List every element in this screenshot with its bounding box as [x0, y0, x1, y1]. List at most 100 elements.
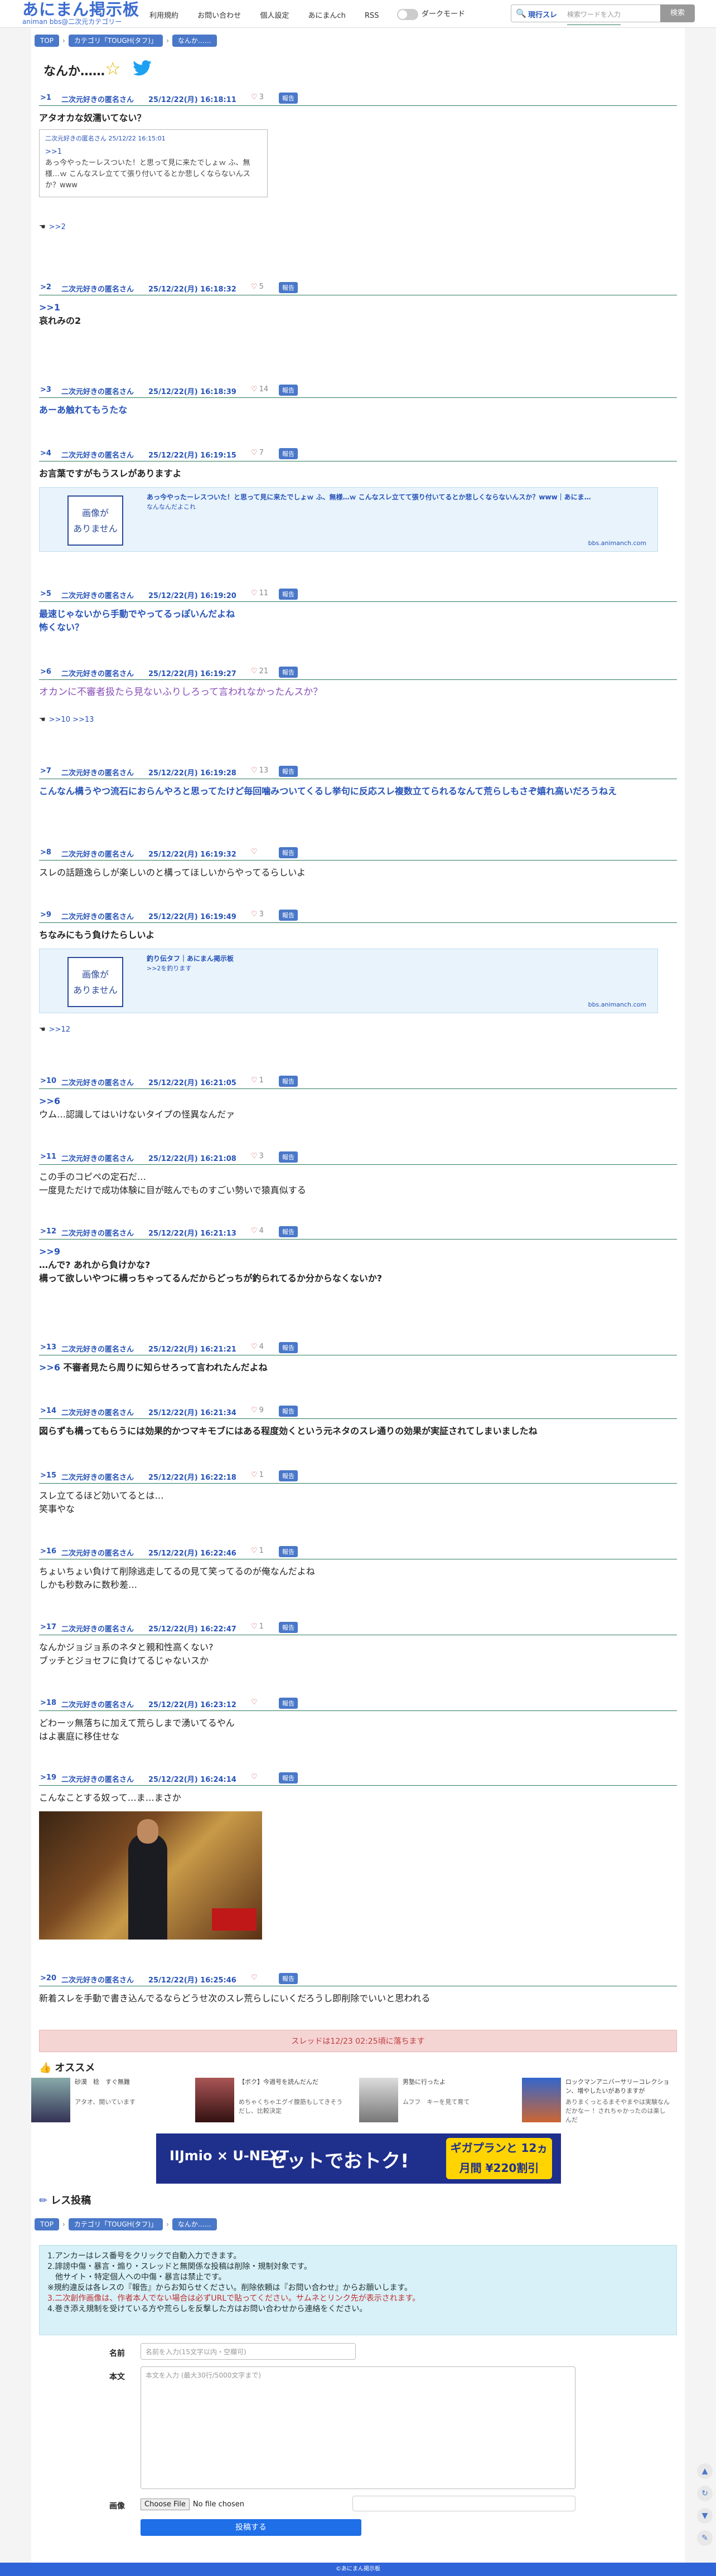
search-button[interactable]: 検索	[660, 4, 695, 22]
recommend-item[interactable]: 男塾に行ったよ ムフフ キーを見て育て	[359, 2078, 510, 2122]
report-button[interactable]: 報告	[279, 448, 298, 459]
post-number[interactable]: >17	[40, 1623, 56, 1631]
report-button[interactable]: 報告	[279, 1622, 298, 1633]
toggle-switch[interactable]	[397, 8, 418, 20]
post-number[interactable]: >14	[40, 1407, 56, 1415]
link-preview-card[interactable]: 画像が ありません あっ今やったーレスついた！と思って見に来たでしょｗ ふ、無様…	[39, 487, 658, 552]
post-number[interactable]: >18	[40, 1699, 56, 1707]
like-button[interactable]: ♡ 1	[251, 1547, 264, 1555]
like-button[interactable]: ♡ 13	[251, 766, 268, 775]
submit-button[interactable]: 投稿する	[141, 2519, 361, 2536]
report-button[interactable]: 報告	[279, 385, 298, 396]
like-button[interactable]: ♡ 7	[251, 449, 264, 457]
like-button[interactable]: ♡ 3	[251, 93, 264, 101]
like-button[interactable]: ♡ 1	[251, 1622, 264, 1631]
reply-link[interactable]: >>12	[49, 1025, 70, 1034]
like-button[interactable]: ♡ 11	[251, 589, 268, 597]
body-textarea[interactable]: 本文を入力 (最大30行/5000文字まで)	[141, 2366, 575, 2489]
reply-link[interactable]: >>2	[49, 223, 66, 231]
report-button[interactable]: 報告	[279, 93, 298, 104]
choose-file-button[interactable]: Choose File	[141, 2499, 190, 2510]
post-number[interactable]: >15	[40, 1471, 56, 1480]
quote-anchor[interactable]: >>1	[45, 147, 262, 158]
post-number[interactable]: >12	[40, 1227, 56, 1236]
breadcrumb-category[interactable]: カテゴリ「TOUGH(タフ)」	[68, 2218, 163, 2230]
recommend-item[interactable]: ロックマンアニバーサリーコレクション、増やしたいがありますが ありまくっとるまそ…	[522, 2078, 673, 2123]
image-file-input[interactable]: Choose File No file chosen	[141, 2499, 244, 2510]
like-button[interactable]: ♡ 3	[251, 1152, 264, 1160]
breadcrumb-top[interactable]: TOP	[35, 2218, 60, 2230]
like-button[interactable]: ♡	[251, 848, 259, 856]
post-number[interactable]: >10	[40, 1077, 56, 1085]
report-button[interactable]: 報告	[279, 1342, 298, 1353]
post-number[interactable]: >9	[40, 911, 51, 919]
post-number[interactable]: >7	[40, 767, 51, 775]
like-button[interactable]: ♡	[251, 1698, 259, 1707]
report-button[interactable]: 報告	[279, 910, 298, 921]
name-input[interactable]: 名前を入力(15文字以内・空欄可)	[141, 2343, 356, 2360]
report-button[interactable]: 報告	[279, 766, 298, 777]
compose-icon[interactable]: ✎	[697, 2530, 713, 2546]
favorite-star-icon[interactable]: ☆	[105, 58, 121, 79]
post-number[interactable]: >1	[40, 94, 51, 102]
link-preview-card[interactable]: 画像が ありません 釣り伝タフ｜あにまん掲示板 >>2を釣ります bbs.ani…	[39, 949, 658, 1013]
like-button[interactable]: ♡ 4	[251, 1227, 264, 1235]
post-image[interactable]	[39, 1811, 262, 1940]
like-button[interactable]: ♡	[251, 1974, 259, 1982]
report-button[interactable]: 報告	[279, 1406, 298, 1417]
twitter-share-icon[interactable]	[133, 60, 152, 76]
recommend-item[interactable]: 【ボク】今週号を読んだんだ めちゃくちゃエグイ腹筋もしてきそうだし、比較決定	[195, 2078, 346, 2122]
search-input[interactable]: 検索ワードを入力	[567, 9, 621, 25]
report-button[interactable]: 報告	[279, 667, 298, 678]
breadcrumb-thread[interactable]: なんか……	[172, 2218, 217, 2230]
dark-mode-toggle[interactable]: ダークモード	[397, 8, 465, 20]
post-number[interactable]: >4	[40, 449, 51, 458]
report-button[interactable]: 報告	[279, 589, 298, 600]
post-number[interactable]: >20	[40, 1974, 56, 1982]
post-anchor[interactable]: >>6	[39, 1362, 60, 1373]
post-anchor[interactable]: >>9	[39, 1245, 677, 1258]
scroll-top-icon[interactable]: ▲	[697, 2463, 713, 2479]
reload-icon[interactable]: ↻	[697, 2486, 713, 2501]
post-number[interactable]: >19	[40, 1773, 56, 1782]
like-button[interactable]: ♡ 3	[251, 910, 264, 918]
image-url-input[interactable]	[352, 2496, 575, 2511]
site-logo[interactable]: あにまん掲示板 animan bbs@二次元カテゴリー	[22, 1, 139, 26]
report-button[interactable]: 報告	[279, 1546, 298, 1557]
nav-contact[interactable]: お問い合わせ	[197, 12, 241, 20]
breadcrumb-top[interactable]: TOP	[35, 35, 60, 47]
ad-banner[interactable]: IIJmio × U-NEXT セットでおトク! ギガプランと 12ヵ月間 ¥2…	[156, 2133, 561, 2184]
post-number[interactable]: >3	[40, 386, 51, 394]
breadcrumb-category[interactable]: カテゴリ「TOUGH(タフ)」	[68, 35, 163, 47]
report-button[interactable]: 報告	[279, 1470, 298, 1481]
report-button[interactable]: 報告	[279, 1226, 298, 1237]
post-anchor[interactable]: >>1	[39, 301, 677, 314]
like-button[interactable]: ♡ 14	[251, 385, 268, 393]
report-button[interactable]: 報告	[279, 847, 298, 858]
like-button[interactable]: ♡ 4	[251, 1343, 264, 1351]
post-number[interactable]: >2	[40, 283, 51, 291]
like-button[interactable]: ♡ 21	[251, 667, 268, 675]
post-number[interactable]: >13	[40, 1343, 56, 1352]
report-button[interactable]: 報告	[279, 1151, 298, 1163]
nav-terms[interactable]: 利用規約	[149, 12, 178, 20]
post-number[interactable]: >16	[40, 1547, 56, 1556]
breadcrumb-thread[interactable]: なんか……	[172, 35, 217, 47]
report-button[interactable]: 報告	[279, 1772, 298, 1783]
report-button[interactable]: 報告	[279, 1973, 298, 1984]
nav-animanch[interactable]: あにまんch	[308, 12, 345, 20]
scroll-down-icon[interactable]: ▼	[697, 2508, 713, 2524]
nav-settings[interactable]: 個人設定	[260, 12, 289, 20]
like-button[interactable]: ♡ 5	[251, 283, 264, 291]
like-button[interactable]: ♡ 1	[251, 1076, 264, 1085]
report-button[interactable]: 報告	[279, 1698, 298, 1709]
recommend-item[interactable]: 砂漠 稔 すぐ無難 アタオ、開いています	[31, 2078, 182, 2122]
post-number[interactable]: >8	[40, 848, 51, 857]
like-button[interactable]: ♡ 9	[251, 1406, 264, 1415]
like-button[interactable]: ♡	[251, 1773, 259, 1781]
like-button[interactable]: ♡ 1	[251, 1471, 264, 1479]
nav-rss[interactable]: RSS	[365, 12, 379, 20]
reply-link[interactable]: >>10 >>13	[49, 716, 94, 724]
search-scope-select[interactable]: 現行スレ	[528, 9, 557, 20]
report-button[interactable]: 報告	[279, 1076, 298, 1087]
